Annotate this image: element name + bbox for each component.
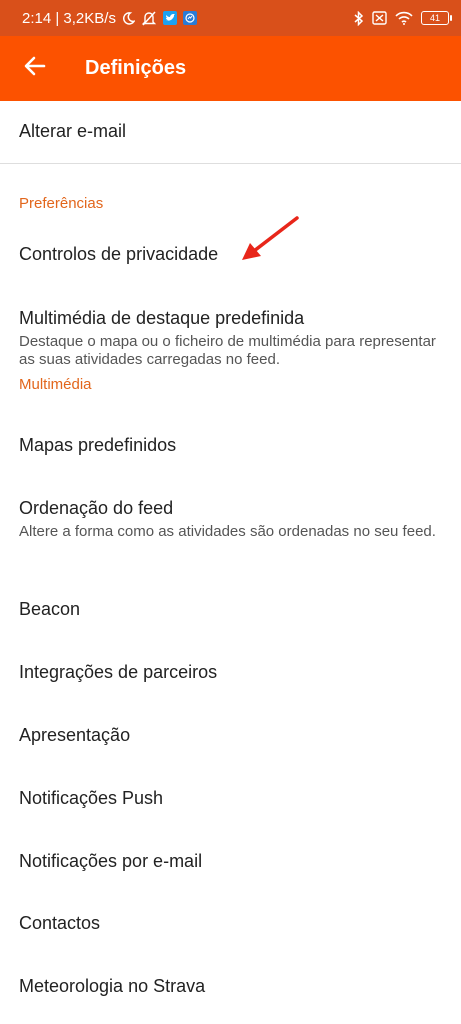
app-bar: Definições — [0, 36, 461, 101]
status-bar: 2:14 | 3,2KB/s 41 — [0, 0, 461, 36]
feed-ordering-label: Ordenação do feed — [19, 498, 174, 518]
status-right: 41 — [354, 10, 452, 26]
sim-icon — [372, 11, 387, 25]
red-arrow-annotation — [242, 216, 299, 260]
section-preferences: Preferências — [19, 195, 104, 212]
feed-ordering-item[interactable]: Ordenação do feed Altere a forma como as… — [19, 498, 439, 541]
status-time: 2:14 | 3,2KB/s — [22, 9, 116, 27]
twitter-icon — [162, 11, 177, 25]
privacy-controls-item[interactable]: Controlos de privacidade — [19, 244, 218, 265]
page-title: Definições — [85, 57, 187, 79]
weather-item[interactable]: Meteorologia no Strava — [19, 976, 439, 997]
mute-icon — [141, 10, 157, 26]
change-email-item[interactable]: Alterar e-mail — [19, 121, 439, 142]
default-highlight-media-item[interactable]: Multimédia de destaque predefinida Desta… — [19, 308, 439, 369]
divider — [0, 163, 461, 164]
arrow-left-icon — [24, 56, 46, 81]
battery-icon: 41 — [421, 11, 452, 25]
default-highlight-media-label: Multimédia de destaque predefinida — [19, 308, 305, 328]
email-notifications-item[interactable]: Notificações por e-mail — [19, 851, 439, 872]
battery-level: 41 — [429, 13, 440, 23]
bluetooth-icon — [354, 10, 364, 26]
wifi-icon — [395, 11, 413, 25]
moon-icon — [122, 11, 135, 25]
beacon-item[interactable]: Beacon — [19, 599, 439, 620]
default-maps-item[interactable]: Mapas predefinidos — [19, 435, 439, 456]
section-media: Multimédia — [19, 376, 92, 393]
messenger-icon — [182, 11, 197, 25]
push-notifications-item[interactable]: Notificações Push — [19, 788, 439, 809]
status-left: 2:14 | 3,2KB/s — [22, 10, 197, 27]
back-button[interactable] — [0, 36, 70, 101]
partner-integrations-item[interactable]: Integrações de parceiros — [19, 662, 439, 683]
presentation-item[interactable]: Apresentação — [19, 725, 439, 746]
contacts-item[interactable]: Contactos — [19, 913, 439, 934]
feed-ordering-description: Altere a forma como as atividades são or… — [19, 523, 436, 540]
default-highlight-media-description: Destaque o mapa ou o ficheiro de multimé… — [19, 333, 436, 368]
